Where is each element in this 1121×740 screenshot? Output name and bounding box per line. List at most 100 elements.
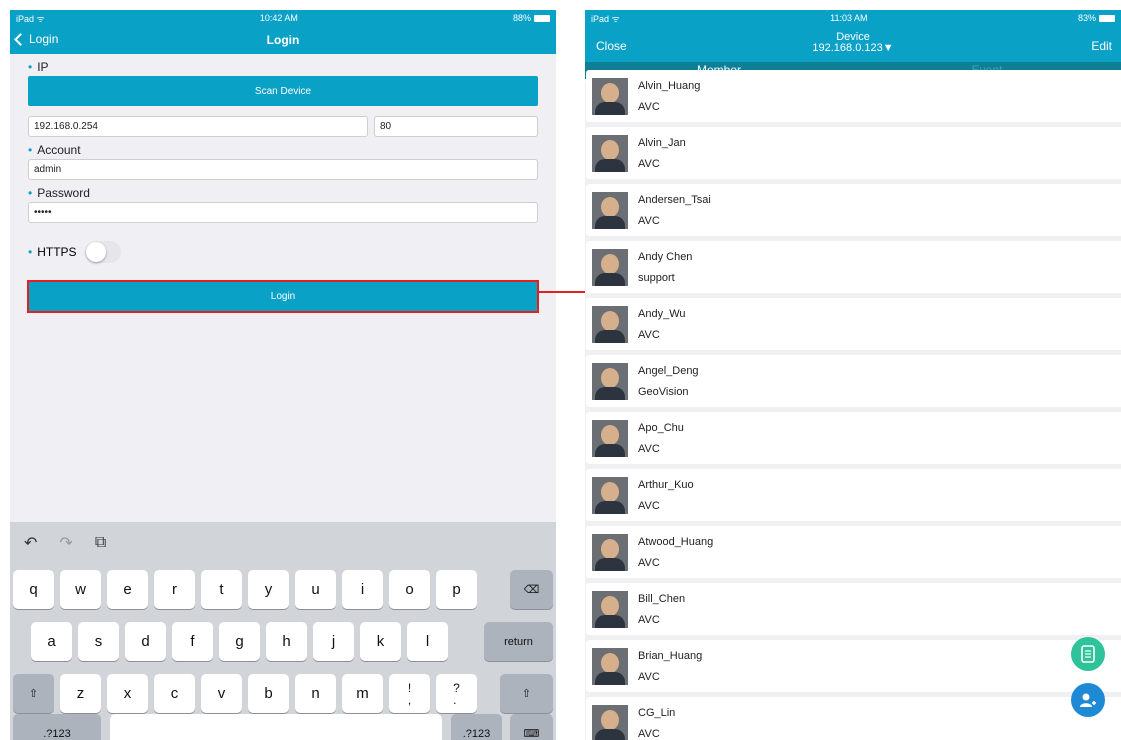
key-f[interactable]: f <box>172 622 213 661</box>
key-row3-0[interactable]: z <box>60 674 101 713</box>
member-card[interactable]: Apo_Chu AVC <box>586 412 1121 464</box>
password-label: • Password <box>28 186 538 200</box>
member-card[interactable]: CG_Lin AVC <box>586 697 1121 740</box>
member-name: Bill_Chen <box>638 593 686 605</box>
undo-icon[interactable]: ↶ <box>24 533 37 553</box>
key-r[interactable]: r <box>154 570 195 609</box>
password-field[interactable]: ••••• <box>28 202 538 223</box>
avatar <box>592 477 628 514</box>
member-row[interactable]: Alvin_Huang AVC <box>585 70 1121 127</box>
https-row: • HTTPS <box>28 241 538 263</box>
member-name: Brian_Huang <box>638 650 703 662</box>
member-row[interactable]: CG_Lin AVC <box>585 697 1121 740</box>
member-card[interactable]: Andy_Wu AVC <box>586 298 1121 350</box>
avatar-face <box>601 653 619 673</box>
key-d[interactable]: d <box>125 622 166 661</box>
nav-bar: Close Device 192.168.0.123▼ Edit <box>585 26 1121 62</box>
ip-label: • IP <box>28 60 538 74</box>
key-row3-3[interactable]: v <box>201 674 242 713</box>
shift-key-right[interactable]: ⇧ <box>500 674 553 713</box>
key-row3-5[interactable]: n <box>295 674 336 713</box>
ip-field[interactable]: 192.168.0.254 <box>28 116 368 137</box>
member-group: AVC <box>638 671 660 683</box>
avatar-face <box>601 197 619 217</box>
key-row3-1[interactable]: x <box>107 674 148 713</box>
key-g[interactable]: g <box>219 622 260 661</box>
member-row[interactable]: Brian_Huang AVC <box>585 640 1121 697</box>
member-row[interactable]: Andy Chen support <box>585 241 1121 298</box>
device-selector[interactable]: Device 192.168.0.123▼ <box>585 32 1121 54</box>
edit-button[interactable]: Edit <box>1091 39 1112 53</box>
member-card[interactable]: Bill_Chen AVC <box>586 583 1121 635</box>
shift-key-left[interactable]: ⇧ <box>13 674 54 713</box>
key-row3-8[interactable]: ? . <box>436 674 477 713</box>
key-o[interactable]: o <box>389 570 430 609</box>
key-i[interactable]: i <box>342 570 383 609</box>
numbers-key-left[interactable]: .?123 <box>13 714 101 740</box>
scan-device-button[interactable]: Scan Device <box>28 76 538 106</box>
account-label: • Account <box>28 143 538 157</box>
key-row3-4[interactable]: b <box>248 674 289 713</box>
space-key[interactable] <box>110 714 442 740</box>
hide-keyboard-key[interactable]: ⌨ <box>510 714 553 740</box>
key-w[interactable]: w <box>60 570 101 609</box>
member-row[interactable]: Angel_Deng GeoVision <box>585 355 1121 412</box>
avatar-face <box>601 83 619 103</box>
https-toggle[interactable] <box>84 241 121 263</box>
member-row[interactable]: Andy_Wu AVC <box>585 298 1121 355</box>
account-field[interactable]: admin <box>28 159 538 180</box>
avatar-face <box>601 596 619 616</box>
tablet-icon <box>1081 645 1095 663</box>
member-card[interactable]: Brian_Huang AVC <box>586 640 1121 692</box>
avatar <box>592 591 628 628</box>
avatar <box>592 648 628 685</box>
member-row[interactable]: Andersen_Tsai AVC <box>585 184 1121 241</box>
redo-icon[interactable]: ↷ <box>59 533 72 553</box>
member-list: Alvin_Huang AVC Alvin_Jan AVC Andersen_Tsai A… <box>585 70 1121 740</box>
key-p[interactable]: p <box>436 570 477 609</box>
member-card[interactable]: Alvin_Jan AVC <box>586 127 1121 179</box>
member-card[interactable]: Andy Chen support <box>586 241 1121 293</box>
member-row[interactable]: Apo_Chu AVC <box>585 412 1121 469</box>
add-member-fab-button[interactable] <box>1071 683 1105 717</box>
nav-bar: Login Login <box>10 26 556 54</box>
https-label: HTTPS <box>37 245 77 259</box>
battery-icon <box>1098 15 1115 23</box>
key-row3-7[interactable]: ! , <box>389 674 430 713</box>
key-row3-6[interactable]: m <box>342 674 383 713</box>
return-key[interactable]: return <box>484 622 553 661</box>
key-q[interactable]: q <box>13 570 54 609</box>
key-k[interactable]: k <box>360 622 401 661</box>
member-row[interactable]: Alvin_Jan AVC <box>585 127 1121 184</box>
bullet-icon: • <box>28 245 33 259</box>
member-card[interactable]: Atwood_Huang AVC <box>586 526 1121 578</box>
login-button[interactable]: Login <box>27 280 539 313</box>
key-y[interactable]: y <box>248 570 289 609</box>
member-row[interactable]: Atwood_Huang AVC <box>585 526 1121 583</box>
key-s[interactable]: s <box>78 622 119 661</box>
paste-icon[interactable]: ⧉ <box>95 534 106 552</box>
key-u[interactable]: u <box>295 570 336 609</box>
port-field[interactable]: 80 <box>374 116 538 137</box>
delete-key[interactable]: ⌫ <box>510 570 553 609</box>
member-screen: iPad ᯤ 11:03 AM 83% Close Device 192.168… <box>585 10 1121 740</box>
key-j[interactable]: j <box>313 622 354 661</box>
key-row3-2[interactable]: c <box>154 674 195 713</box>
status-bar: iPad ᯤ 11:03 AM 83% <box>585 10 1121 26</box>
tablet-fab-button[interactable] <box>1071 637 1105 671</box>
member-group: support <box>638 272 675 284</box>
member-card[interactable]: Arthur_Kuo AVC <box>586 469 1121 521</box>
key-a[interactable]: a <box>31 622 72 661</box>
member-row[interactable]: Bill_Chen AVC <box>585 583 1121 640</box>
key-e[interactable]: e <box>107 570 148 609</box>
key-t[interactable]: t <box>201 570 242 609</box>
avatar <box>592 192 628 229</box>
member-card[interactable]: Alvin_Huang AVC <box>586 70 1121 122</box>
key-l[interactable]: l <box>407 622 448 661</box>
key-h[interactable]: h <box>266 622 307 661</box>
member-card[interactable]: Angel_Deng GeoVision <box>586 355 1121 407</box>
avatar <box>592 534 628 571</box>
numbers-key-right[interactable]: .?123 <box>451 714 502 740</box>
member-card[interactable]: Andersen_Tsai AVC <box>586 184 1121 236</box>
member-row[interactable]: Arthur_Kuo AVC <box>585 469 1121 526</box>
